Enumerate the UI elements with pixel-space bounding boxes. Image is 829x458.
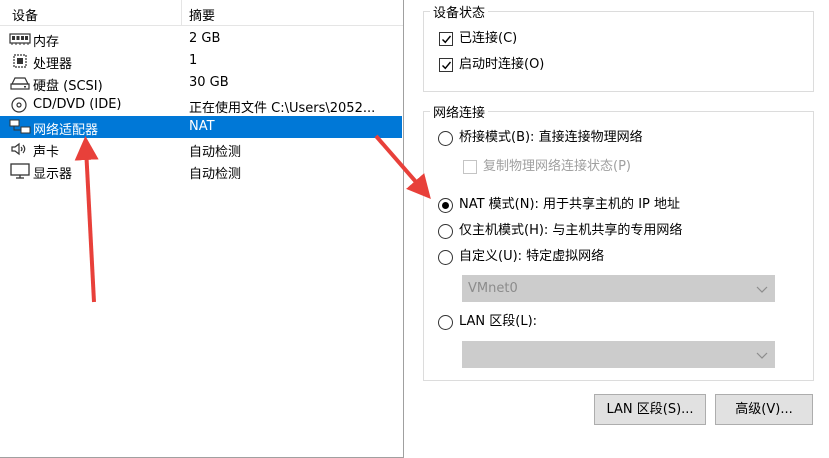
connected-checkbox[interactable]: 已连接(C) bbox=[439, 29, 639, 49]
column-header-summary[interactable]: 摘要 bbox=[189, 5, 215, 24]
network-adapter-icon bbox=[9, 119, 31, 135]
device-status-group: 设备状态 已连接(C) 启动时连接(O) bbox=[423, 2, 814, 92]
device-summary: 自动检测 bbox=[189, 145, 242, 160]
radio-button[interactable] bbox=[438, 131, 453, 146]
chevron-down-icon bbox=[756, 349, 768, 364]
custom-network-select-value: VMnet0 bbox=[468, 281, 518, 296]
display-icon bbox=[9, 163, 31, 179]
radio-button[interactable] bbox=[438, 198, 453, 213]
host-only-mode-radio[interactable]: 仅主机模式(H): 与主机共享的专用网络 bbox=[438, 221, 798, 241]
device-list: 设备 摘要 内存 2 GB 处理器 1 硬盘 (SCSI) 30 GB CD/D… bbox=[0, 0, 404, 458]
device-row-network-adapter[interactable]: 网络适配器 NAT bbox=[0, 116, 402, 138]
device-name: 硬盘 (SCSI) bbox=[33, 79, 103, 94]
device-row-sound-card[interactable]: 声卡 自动检测 bbox=[0, 138, 402, 160]
bridged-mode-label: 桥接模式(B): 直接连接物理网络 bbox=[459, 130, 643, 145]
device-row-processor[interactable]: 处理器 1 bbox=[0, 50, 402, 72]
nat-mode-radio[interactable]: NAT 模式(N): 用于共享主机的 IP 地址 bbox=[438, 195, 798, 215]
device-name: 内存 bbox=[33, 35, 60, 50]
chevron-down-icon bbox=[756, 283, 768, 298]
radio-selected-dot bbox=[442, 202, 449, 209]
lan-segments-button[interactable]: LAN 区段(S)... bbox=[594, 394, 706, 425]
device-row-hard-disk[interactable]: 硬盘 (SCSI) 30 GB bbox=[0, 72, 402, 94]
column-header-device[interactable]: 设备 bbox=[12, 5, 38, 24]
device-name: 网络适配器 bbox=[33, 123, 99, 138]
connect-at-power-on-checkbox[interactable]: 启动时连接(O) bbox=[439, 55, 639, 75]
bridged-mode-radio[interactable]: 桥接模式(B): 直接连接物理网络 bbox=[438, 128, 798, 148]
replicate-physical-state-checkbox[interactable]: 复制物理网络连接状态(P) bbox=[463, 157, 763, 177]
network-connection-title: 网络连接 bbox=[430, 102, 489, 121]
device-name: 声卡 bbox=[33, 145, 60, 160]
lan-segment-radio[interactable]: LAN 区段(L): bbox=[438, 312, 638, 332]
device-row-memory[interactable]: 内存 2 GB bbox=[0, 28, 402, 50]
radio-button[interactable] bbox=[438, 224, 453, 239]
custom-network-label: 自定义(U): 特定虚拟网络 bbox=[459, 249, 605, 264]
custom-network-select[interactable]: VMnet0 bbox=[462, 275, 775, 302]
column-separator[interactable] bbox=[181, 0, 182, 26]
processor-icon bbox=[9, 53, 31, 69]
device-summary: 2 GB bbox=[189, 31, 221, 46]
device-name: 处理器 bbox=[33, 57, 73, 72]
advanced-button[interactable]: 高级(V)... bbox=[715, 394, 813, 425]
network-connection-group: 网络连接 桥接模式(B): 直接连接物理网络 复制物理网络连接状态(P) NAT… bbox=[423, 102, 814, 381]
host-only-mode-label: 仅主机模式(H): 与主机共享的专用网络 bbox=[459, 223, 683, 238]
device-name: CD/DVD (IDE) bbox=[33, 97, 122, 112]
cd-dvd-icon bbox=[9, 97, 31, 113]
device-row-cd-dvd[interactable]: CD/DVD (IDE) 正在使用文件 C:\Users\2052... bbox=[0, 94, 402, 116]
checkbox-box[interactable] bbox=[439, 32, 453, 46]
replicate-physical-state-label: 复制物理网络连接状态(P) bbox=[483, 159, 631, 174]
lan-segment-select[interactable] bbox=[462, 341, 775, 368]
radio-button[interactable] bbox=[438, 315, 453, 330]
custom-network-radio[interactable]: 自定义(U): 特定虚拟网络 bbox=[438, 247, 798, 267]
device-row-display[interactable]: 显示器 自动检测 bbox=[0, 160, 402, 182]
device-summary: 自动检测 bbox=[189, 167, 242, 182]
device-summary: 正在使用文件 C:\Users\2052... bbox=[189, 101, 376, 116]
checkbox-box[interactable] bbox=[463, 160, 477, 174]
connect-at-power-on-label: 启动时连接(O) bbox=[459, 57, 545, 72]
device-summary: NAT bbox=[189, 119, 215, 134]
hard-disk-icon bbox=[9, 75, 31, 91]
lan-segment-label: LAN 区段(L): bbox=[459, 314, 538, 329]
device-list-header: 设备 摘要 bbox=[0, 0, 403, 26]
nat-mode-label: NAT 模式(N): 用于共享主机的 IP 地址 bbox=[459, 197, 681, 212]
connected-label: 已连接(C) bbox=[459, 31, 518, 46]
device-summary: 1 bbox=[189, 53, 198, 68]
device-status-title: 设备状态 bbox=[430, 2, 489, 21]
sound-card-icon bbox=[9, 141, 31, 157]
memory-icon bbox=[9, 31, 31, 47]
checkbox-box[interactable] bbox=[439, 58, 453, 72]
device-summary: 30 GB bbox=[189, 75, 229, 90]
radio-button[interactable] bbox=[438, 250, 453, 265]
device-name: 显示器 bbox=[33, 167, 73, 182]
